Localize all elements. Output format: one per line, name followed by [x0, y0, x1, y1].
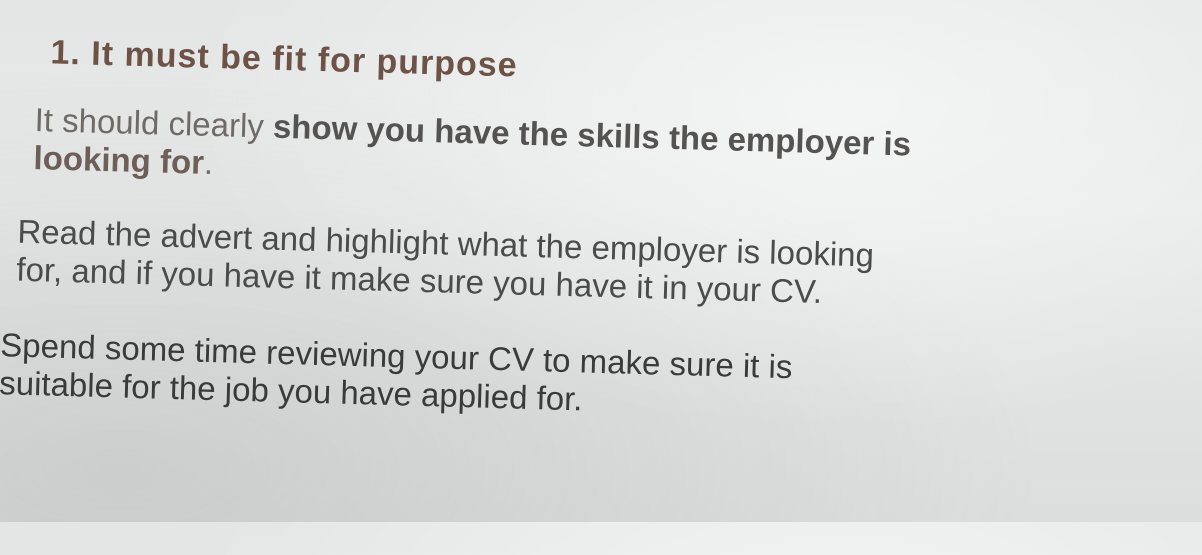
- paragraph-review-cv: Spend some time reviewing your CV to mak…: [0, 326, 793, 424]
- projected-slide: 1. It must be fit for purpose It should …: [0, 0, 1202, 555]
- paragraph-read-advert: Read the advert and highlight what the e…: [16, 213, 874, 313]
- slide-heading: 1. It must be fit for purpose: [50, 33, 519, 85]
- paragraph-fit-for-purpose: It should clearly show you have the skil…: [33, 101, 911, 201]
- paragraph-1-line-2-bold: looking for: [33, 139, 205, 181]
- paragraph-1-line-2-end: .: [203, 143, 214, 182]
- paragraph-1-line-1-start: It should clearly: [34, 101, 274, 145]
